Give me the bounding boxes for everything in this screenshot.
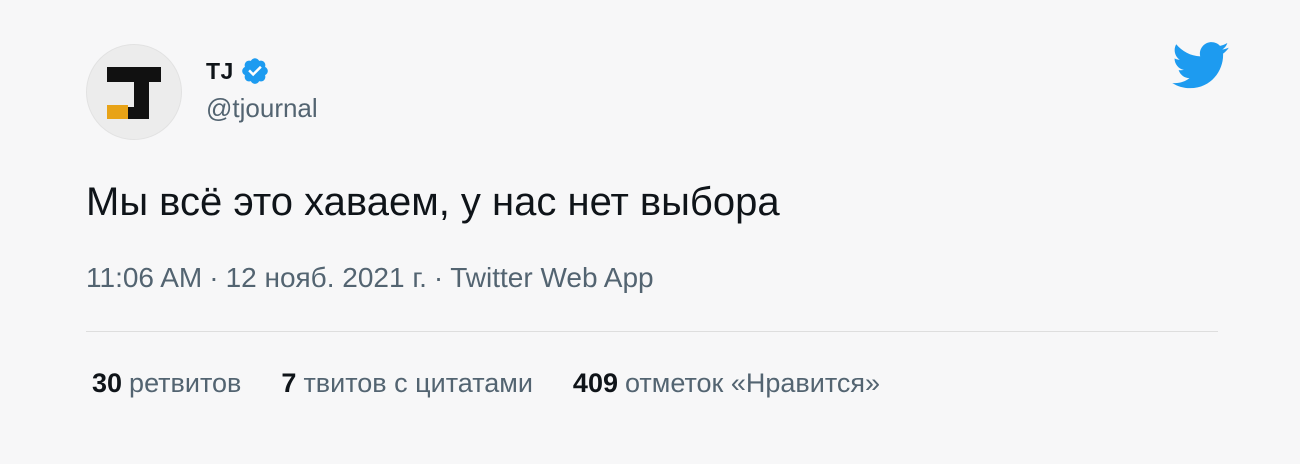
- meta-separator: ·: [209, 262, 219, 293]
- likes-count: 409: [572, 368, 618, 398]
- tweet-meta: 11:06 AM · 12 нояб. 2021 г. · Twitter We…: [86, 262, 654, 294]
- author-name-row[interactable]: TJ: [206, 56, 270, 86]
- twitter-bird-icon[interactable]: [1172, 42, 1230, 90]
- likes-stat[interactable]: 409 отметок «Нравится»: [573, 368, 880, 399]
- quote-tweets-count: 7: [281, 368, 297, 398]
- author-handle[interactable]: @tjournal: [206, 93, 318, 124]
- retweets-count: 30: [92, 368, 123, 398]
- retweets-stat[interactable]: 30 ретвитов: [92, 368, 241, 399]
- tweet-time[interactable]: 11:06 AM: [86, 262, 202, 294]
- tweet-card: TJ @tjournal Мы всё это хаваем, у нас не…: [0, 0, 1300, 464]
- meta-separator: ·: [433, 262, 444, 293]
- likes-label: отметок «Нравится»: [624, 368, 881, 398]
- tweet-source[interactable]: Twitter Web App: [450, 262, 653, 294]
- author-display-name[interactable]: TJ: [206, 58, 234, 85]
- tweet-date[interactable]: 12 нояб. 2021 г.: [226, 262, 427, 294]
- tweet-text: Мы всё это хаваем, у нас нет выбора: [86, 180, 780, 224]
- avatar[interactable]: [86, 44, 182, 140]
- verified-badge-icon: [242, 58, 268, 84]
- retweets-label: ретвитов: [129, 368, 242, 398]
- tweet-stats: 30 ретвитов 7 твитов с цитатами 409 отме…: [92, 368, 920, 399]
- tj-logo-icon: [107, 67, 161, 119]
- divider: [86, 331, 1218, 332]
- quote-tweets-label: твитов с цитатами: [303, 368, 533, 398]
- quote-tweets-stat[interactable]: 7 твитов с цитатами: [281, 368, 533, 399]
